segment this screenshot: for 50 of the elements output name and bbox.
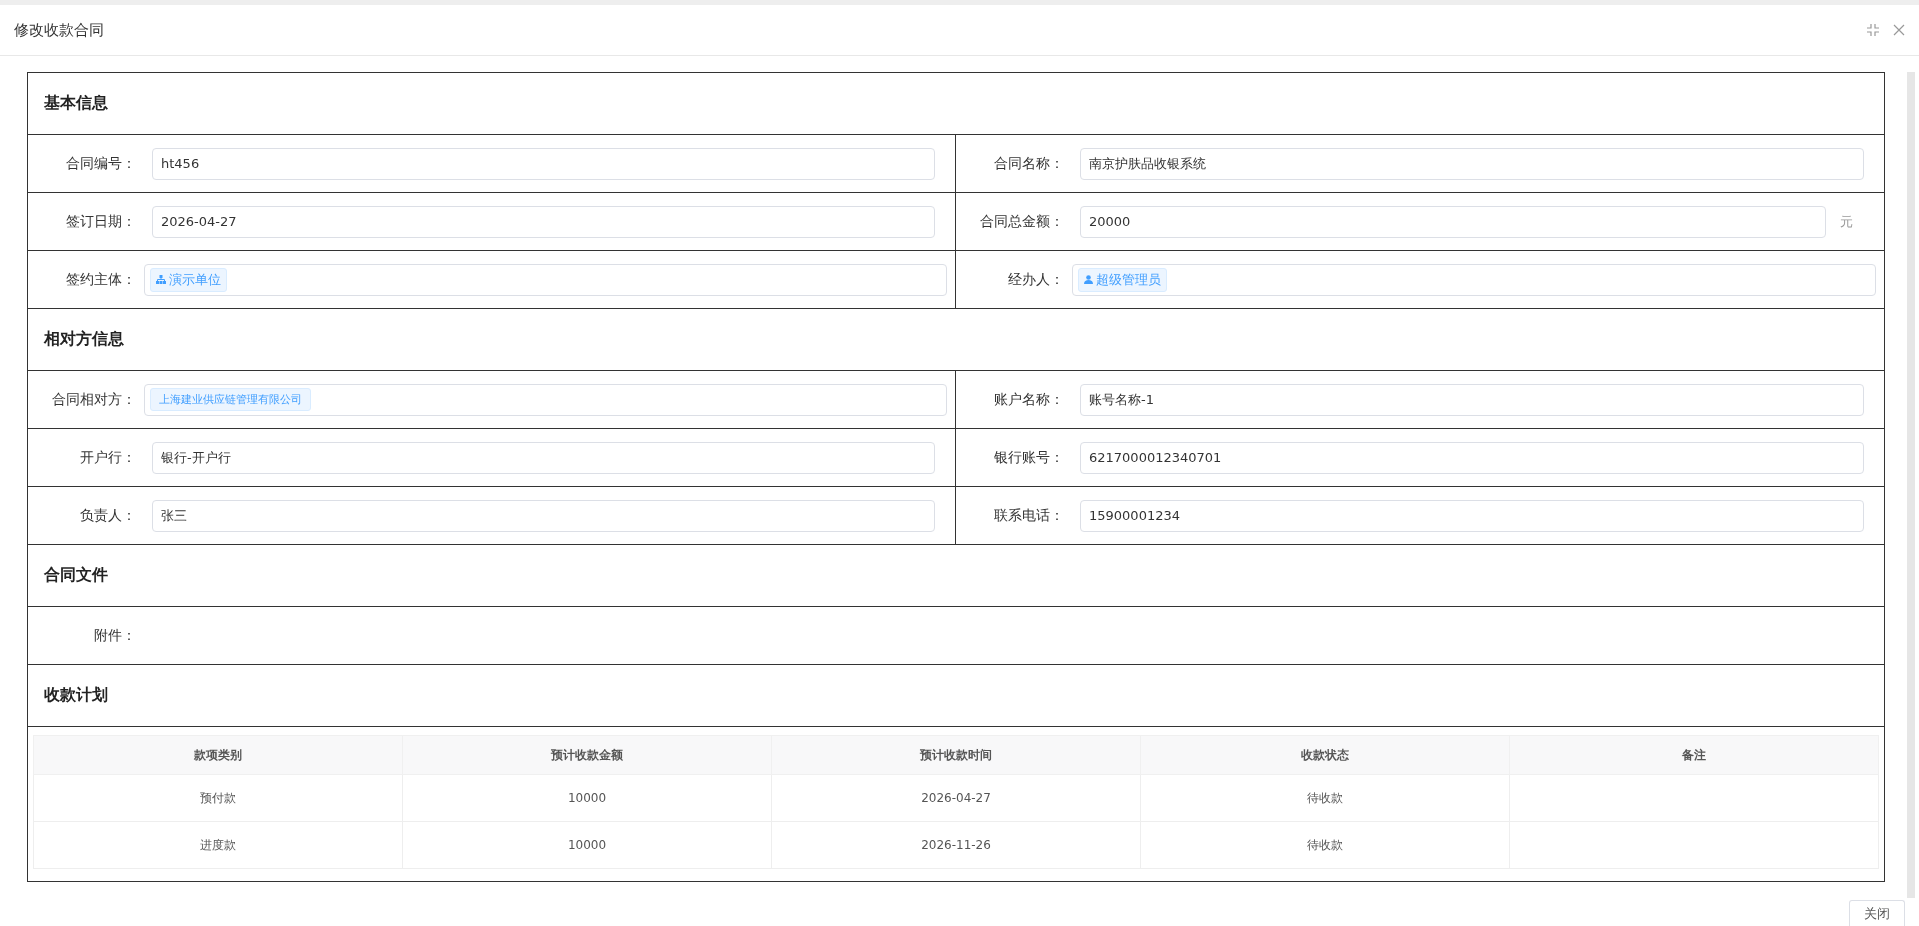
input-field[interactable]: 6217000012340701: [1080, 441, 1864, 474]
field-label: 合同编号：: [65, 154, 136, 173]
dialog-title: 修改收款合同: [14, 20, 104, 40]
section-title: 基本信息: [44, 93, 108, 114]
section-title: 相对方信息: [44, 329, 124, 350]
table-cell: 2026-04-27: [921, 791, 991, 805]
input-field[interactable]: 20000: [1080, 205, 1826, 238]
input-field[interactable]: 银行-开户行: [152, 441, 935, 474]
column-header: 款项类别: [33, 735, 403, 775]
field-label: 签订日期：: [65, 212, 136, 231]
scrollbar[interactable]: [1907, 72, 1915, 898]
field-label: 合同总金额：: [979, 212, 1064, 231]
field-label: 经办人：: [1007, 270, 1064, 289]
input-field[interactable]: 2026-04-27: [152, 205, 935, 238]
table-cell: 待收款: [1307, 790, 1343, 805]
column-header: 备注: [1509, 735, 1879, 775]
field-label: 负责人：: [79, 506, 136, 525]
field-label: 开户行：: [79, 448, 136, 467]
field-label: 账户名称：: [993, 390, 1064, 409]
input-field[interactable]: 南京护肤品收银系统: [1080, 147, 1864, 180]
column-header: 收款状态: [1140, 735, 1510, 775]
selected-tag: 上海建业供应链管理有限公司: [150, 388, 311, 411]
table-cell: 2026-11-26: [921, 838, 991, 852]
section-title: 合同文件: [44, 565, 108, 586]
table-cell: 预付款: [200, 790, 236, 805]
field-label: 签约主体：: [65, 270, 136, 289]
input-field[interactable]: 账号名称-1: [1080, 383, 1864, 416]
close-button[interactable]: 关闭: [1849, 900, 1905, 926]
field-label: 银行账号：: [993, 448, 1064, 467]
input-field[interactable]: 张三: [152, 499, 935, 532]
section-title: 收款计划: [44, 685, 108, 706]
field-label: 附件：: [93, 626, 136, 645]
collapse-icon[interactable]: [1867, 24, 1879, 36]
table-cell: 10000: [567, 791, 607, 805]
table-cell: 10000: [567, 838, 607, 852]
column-header: 预计收款时间: [771, 735, 1141, 775]
unit-label: 元: [1840, 212, 1854, 231]
selected-tag: 演示单位: [150, 267, 227, 292]
input-field[interactable]: 15900001234: [1080, 499, 1864, 532]
field-label: 合同相对方：: [51, 390, 136, 409]
user-icon: [1084, 275, 1093, 284]
close-icon[interactable]: [1893, 24, 1905, 36]
input-field[interactable]: ht456: [152, 147, 935, 180]
selected-tag: 超级管理员: [1078, 267, 1167, 292]
table-cell: 待收款: [1307, 837, 1343, 852]
table-cell: 进度款: [200, 837, 236, 852]
field-label: 合同名称：: [993, 154, 1064, 173]
org-chart-icon: [156, 275, 166, 284]
field-label: 联系电话：: [993, 506, 1064, 525]
column-header: 预计收款金额: [402, 735, 772, 775]
